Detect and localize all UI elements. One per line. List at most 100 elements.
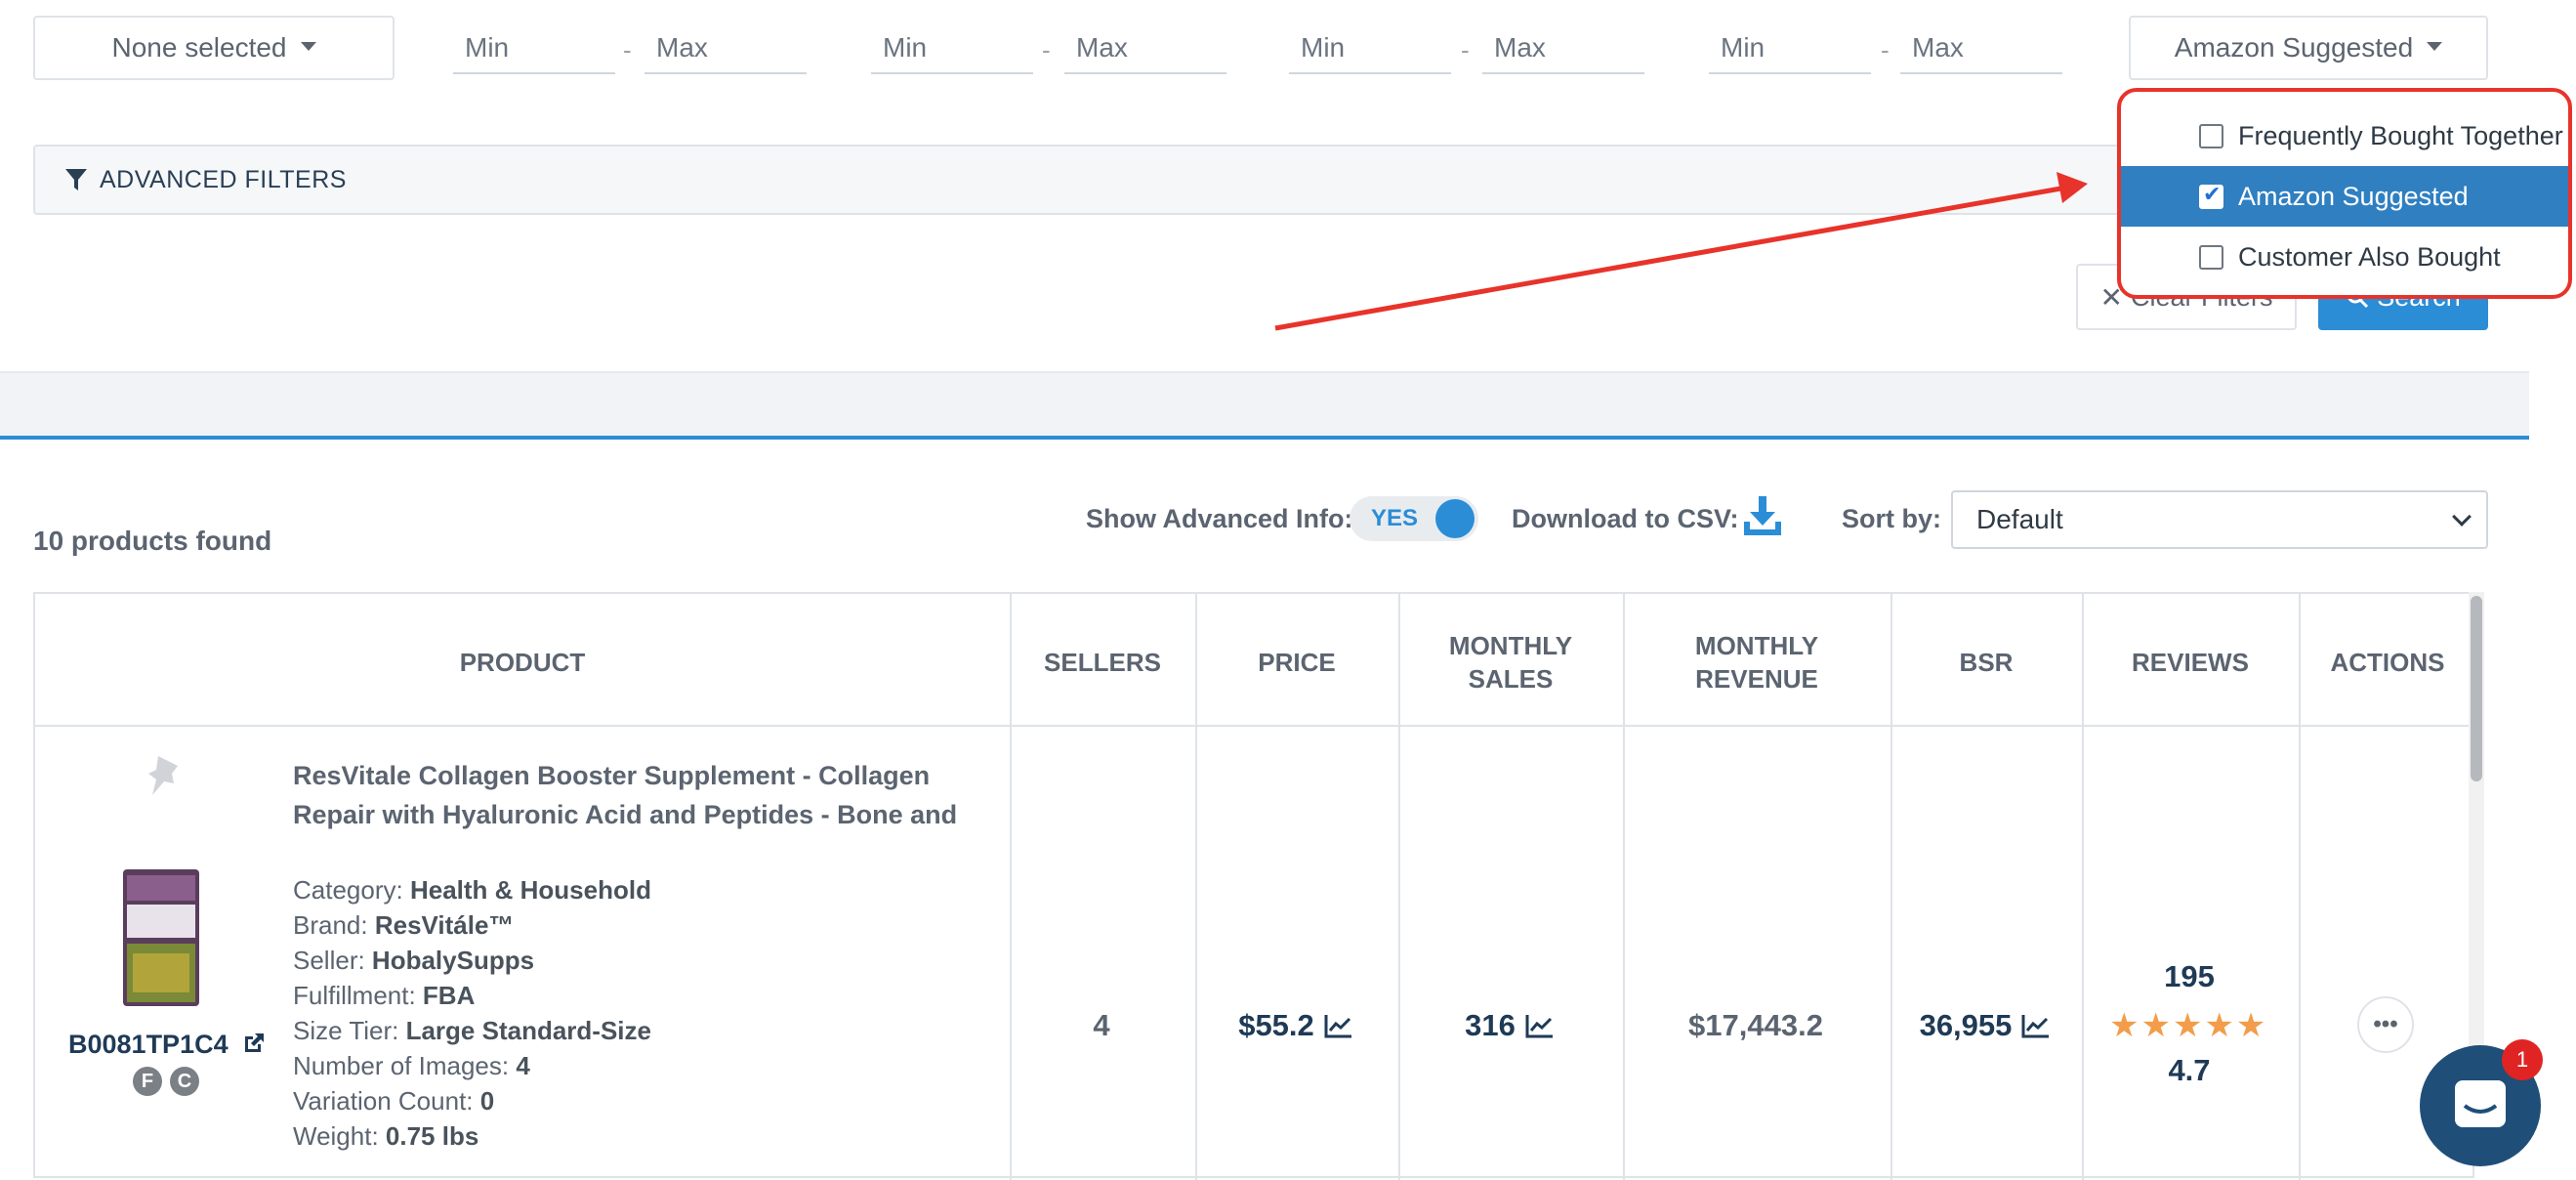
detail-brand: Brand: ResVitále™ [293, 910, 514, 941]
external-link-icon [245, 1033, 265, 1052]
column-header-monthly-revenue[interactable]: MONTHLY REVENUE [1623, 623, 1890, 701]
range-4-min-input[interactable]: Min [1709, 23, 1871, 74]
bsr-cell: 36,955 [1890, 994, 2080, 1057]
column-header-price[interactable]: PRICE [1195, 623, 1398, 701]
chart-trend-icon[interactable] [1525, 1013, 1555, 1038]
category-multiselect[interactable]: None selected [33, 16, 395, 80]
sort-select-value: Default [1976, 504, 2063, 534]
range-2-min-placeholder: Min [883, 32, 928, 63]
monthly-revenue-value: $17,443.2 [1688, 1008, 1823, 1042]
detail-label: Fulfillment: [293, 981, 423, 1010]
range-1-min-placeholder: Min [465, 32, 510, 63]
relation-type-select[interactable]: Amazon Suggested [2129, 16, 2488, 80]
asin-text: B0081TP1C4 [68, 1030, 229, 1059]
header-line: MONTHLY [1694, 631, 1819, 660]
download-csv-label: Download to CSV: [1512, 504, 1739, 533]
download-icon[interactable] [1742, 494, 1783, 537]
category-multiselect-value: None selected [111, 32, 287, 63]
header-line: REVENUE [1695, 664, 1818, 694]
fba-badge: F [133, 1067, 162, 1096]
dropdown-option-customer-also-bought[interactable]: Customer Also Bought [2121, 227, 2568, 287]
annotation-arrow [1274, 172, 2088, 331]
dropdown-option-amazon-suggested[interactable]: Amazon Suggested [2121, 166, 2568, 227]
detail-variation-count: Variation Count: 0 [293, 1086, 494, 1117]
range-1-min-input[interactable]: Min [453, 23, 615, 74]
range-4-max-placeholder: Max [1912, 32, 1964, 63]
column-header-product[interactable]: PRODUCT [35, 623, 1010, 701]
chart-trend-icon[interactable] [2021, 1013, 2051, 1038]
range-3-max-input[interactable]: Max [1482, 23, 1644, 74]
show-advanced-label: Show Advanced Info: [1086, 504, 1353, 533]
detail-label: Number of Images: [293, 1051, 517, 1080]
range-2-max-placeholder: Max [1076, 32, 1128, 63]
column-header-bsr[interactable]: BSR [1890, 623, 2082, 701]
toggle-knob [1435, 499, 1475, 538]
detail-label: Brand: [293, 910, 375, 940]
rating-stars: ★★★★★ [2109, 1007, 2268, 1044]
column-header-actions: ACTIONS [2330, 648, 2445, 677]
product-title-line: Repair with Hyaluronic Acid and Peptides… [293, 800, 958, 829]
product-title-line: ResVitale Collagen Booster Supplement - … [293, 761, 931, 790]
monthly-sales-cell: 316 [1398, 994, 1621, 1057]
product-title[interactable]: ResVitale Collagen Booster Supplement - … [293, 756, 996, 834]
sort-by-label: Sort by: [1842, 504, 1942, 533]
detail-value: ResVitále™ [374, 910, 515, 940]
bsr-value: 36,955 [1919, 1008, 2013, 1042]
asin-link[interactable]: B0081TP1C4 [68, 1030, 267, 1060]
accent-divider [0, 436, 2529, 440]
detail-value: Health & Household [409, 875, 651, 905]
range-3-min-input[interactable]: Min [1289, 23, 1451, 74]
sort-select[interactable]: Default [1951, 490, 2488, 549]
detail-value: 4 [516, 1051, 530, 1080]
detail-number-of-images: Number of Images: 4 [293, 1051, 530, 1081]
range-4-max-input[interactable]: Max [1900, 23, 2062, 74]
range-3-max-placeholder: Max [1494, 32, 1546, 63]
price-value: $55.2 [1238, 1008, 1314, 1042]
dropdown-option-frequently-bought-together[interactable]: Frequently Bought Together [2121, 105, 2568, 166]
product-image[interactable] [119, 865, 203, 1010]
range-2-max-input[interactable]: Max [1064, 23, 1226, 74]
chart-trend-icon[interactable] [1324, 1013, 1353, 1038]
toggle-value: YES [1371, 505, 1419, 531]
option-label: Amazon Suggested [2238, 181, 2469, 211]
column-header-monthly-sales[interactable]: MONTHLY SALES [1398, 623, 1623, 701]
ellipsis-icon: ••• [2373, 1011, 2398, 1037]
more-actions-button[interactable]: ••• [2357, 996, 2414, 1053]
range-3-min-placeholder: Min [1301, 32, 1346, 63]
advanced-filters-label: ADVANCED FILTERS [100, 165, 347, 193]
range-4-min-placeholder: Min [1721, 32, 1766, 63]
checkbox-amazon-suggested[interactable] [2199, 182, 2223, 209]
column-header-reviews[interactable]: REVIEWS [2082, 623, 2299, 701]
pin-icon[interactable] [145, 752, 187, 799]
checkbox-customer-also-bought[interactable] [2199, 244, 2223, 270]
header-line: MONTHLY [1448, 631, 1573, 660]
range-4-dash: - [1881, 35, 1890, 64]
advanced-info-toggle[interactable]: YES [1350, 496, 1478, 541]
checkbox-frequently-bought-together[interactable] [2199, 123, 2223, 148]
range-2-min-input[interactable]: Min [871, 23, 1033, 74]
sellers-value: 4 [1093, 1008, 1110, 1042]
c-badge: C [170, 1067, 199, 1096]
detail-value: HobalySupps [371, 946, 535, 975]
caret-down-icon [300, 41, 316, 51]
table-scrollbar-thumb[interactable] [2471, 596, 2482, 781]
relation-type-select-value: Amazon Suggested [2174, 32, 2414, 63]
detail-weight: Weight: 0.75 lbs [293, 1121, 478, 1152]
detail-size-tier: Size Tier: Large Standard-Size [293, 1016, 651, 1046]
range-3-dash: - [1461, 35, 1470, 64]
relation-type-dropdown-menu: Frequently Bought Together Amazon Sugges… [2117, 88, 2572, 299]
range-1-max-input[interactable]: Max [644, 23, 807, 74]
section-divider [0, 371, 2529, 436]
caret-down-icon [2427, 41, 2443, 51]
price-cell: $55.2 [1195, 994, 1396, 1057]
detail-fulfillment: Fulfillment: FBA [293, 981, 475, 1011]
detail-category: Category: Health & Household [293, 875, 651, 906]
monthly-sales-value: 316 [1465, 1008, 1516, 1042]
range-1-max-placeholder: Max [656, 32, 708, 63]
detail-label: Seller: [293, 946, 372, 975]
detail-seller: Seller: HobalySupps [293, 946, 534, 976]
column-header-sellers[interactable]: SELLERS [1010, 623, 1195, 701]
detail-value: FBA [422, 981, 476, 1010]
chevron-down-icon [2452, 507, 2472, 527]
detail-label: Variation Count: [293, 1086, 480, 1116]
